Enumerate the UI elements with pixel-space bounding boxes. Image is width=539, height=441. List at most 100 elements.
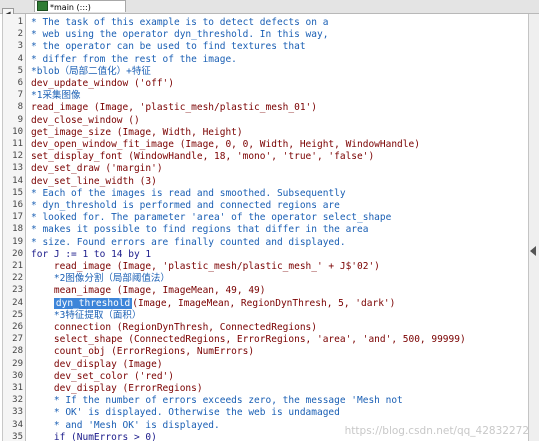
code-text: for J := 1 to 14 by 1	[31, 248, 152, 260]
code-text: mean_image (Image, ImageMean, 49, 49)	[31, 285, 266, 297]
collapse-arrow-icon[interactable]	[530, 246, 536, 256]
line-number: 31	[12, 383, 23, 393]
code-line[interactable]: 10 get_image_size (Image, Width, Height)	[3, 126, 528, 139]
vertical-scrollbar[interactable]	[528, 14, 539, 441]
code-line[interactable]: 13 dev_set_draw ('margin')	[3, 162, 528, 175]
code-line[interactable]: 24 dyn_threshold (Image, ImageMean, Regio…	[3, 297, 528, 310]
code-line[interactable]: 6 dev_update_window ('off')	[3, 77, 528, 90]
line-number: 10	[12, 126, 23, 137]
code-line[interactable]: 17 * looked for. The parameter 'area' of …	[3, 211, 528, 224]
code-line[interactable]: 8 read_image (Image, 'plastic_mesh/plasti…	[3, 101, 528, 114]
code-text: dyn_threshold (Image, ImageMean, RegionDy…	[31, 297, 395, 310]
code-line[interactable]: 32 * If the number of errors exceeds zer…	[3, 394, 528, 407]
code-text: * differ from the rest of the image.	[31, 53, 237, 65]
code-line[interactable]: 28 count_obj (ErrorRegions, NumErrors)	[3, 345, 528, 358]
code-line[interactable]: 25 *3特征提取（面积）	[3, 309, 528, 322]
code-text: * dyn_threshold is performed and connect…	[31, 200, 340, 211]
code-text: *3特征提取（面积）	[31, 309, 142, 321]
code-text: count_obj (ErrorRegions, NumErrors)	[31, 346, 255, 358]
selected-operator[interactable]: dyn_threshold	[53, 297, 133, 309]
tab-main[interactable]: *main (:::)	[34, 0, 126, 12]
code-line[interactable]: 4 * differ from the rest of the image.	[3, 53, 528, 66]
code-text: dev_set_draw ('margin')	[31, 163, 163, 175]
code-line[interactable]: 29 dev_display (Image)	[3, 358, 528, 371]
line-number: 19	[12, 236, 23, 247]
line-number: 1	[17, 17, 23, 27]
code-text: dev_display (Image)	[31, 358, 163, 370]
code-line[interactable]: 16 * dyn_threshold is performed and conne…	[3, 199, 528, 212]
code-line[interactable]: 21 read_image (Image, 'plastic_mesh/plas…	[3, 260, 528, 273]
code-text: dev_set_line_width (3)	[31, 175, 157, 187]
code-text: dev_close_window ()	[31, 114, 140, 126]
code-text: read_image (Image, 'plastic_mesh/plastic…	[31, 261, 380, 272]
line-number: 35	[12, 431, 23, 441]
line-number: 24	[12, 297, 23, 308]
code-line[interactable]: 11 dev_open_window_fit_image (Image, 0, 0…	[3, 138, 528, 151]
code-line[interactable]: 31 dev_display (ErrorRegions)	[3, 382, 528, 395]
procedure-icon	[37, 1, 48, 11]
code-text: * and 'Mesh OK' is displayed.	[31, 419, 220, 431]
code-line[interactable]: 5 *blob（局部二值化）+特征	[3, 65, 528, 78]
code-text: * the operator can be used to find textu…	[31, 41, 306, 53]
code-text: * size. Found errors are finally counted…	[31, 236, 346, 248]
code-line[interactable]: 30 dev_set_color ('red')	[3, 370, 528, 383]
line-number: 11	[12, 139, 23, 149]
code-line[interactable]: 15 * Each of the images is read and smoot…	[3, 187, 528, 200]
code-line[interactable]: 33 * OK' is displayed. Otherwise the web…	[3, 406, 528, 419]
code-text: read_image (Image, 'plastic_mesh/plastic…	[31, 102, 317, 114]
code-line[interactable]: 3 * the operator can be used to find text…	[3, 40, 528, 53]
line-number: 25	[12, 309, 23, 320]
line-number: 2	[17, 29, 23, 40]
line-number: 20	[12, 248, 23, 259]
code-line[interactable]: 18 * makes it possible to find regions th…	[3, 223, 528, 236]
line-number: 30	[12, 370, 23, 381]
code-args: (Image, ImageMean, RegionDynThresh, 5, '…	[132, 297, 396, 309]
code-text: *1采集图像	[31, 90, 81, 102]
code-line[interactable]: 19 * size. Found errors are finally count…	[3, 236, 528, 249]
line-number: 29	[12, 358, 23, 369]
code-line[interactable]: 9 dev_close_window ()	[3, 114, 528, 127]
code-text: *2图像分割（局部阈值法）	[31, 273, 170, 285]
line-number: 33	[12, 407, 23, 418]
code-text: get_image_size (Image, Width, Height)	[31, 126, 243, 138]
line-number: 23	[12, 285, 23, 296]
watermark-text: https://blog.csdn.net/qq_42832272	[344, 425, 529, 437]
code-text: * OK' is displayed. Otherwise the web is…	[31, 407, 340, 419]
line-number: 13	[12, 163, 23, 174]
line-number: 15	[12, 187, 23, 198]
code-text: dev_update_window ('off')	[31, 78, 174, 89]
code-text: connection (RegionDynThresh, ConnectedRe…	[31, 322, 317, 333]
code-line[interactable]: 2 * web using the operator dyn_threshold.…	[3, 28, 528, 41]
line-number: 22	[12, 273, 23, 284]
line-number: 5	[17, 65, 23, 76]
code-text: dev_display (ErrorRegions)	[31, 383, 203, 394]
code-line[interactable]: 14 dev_set_line_width (3)	[3, 175, 528, 188]
code-text: * looked for. The parameter 'area' of th…	[31, 212, 392, 224]
code-line[interactable]: 1 * The task of this example is to detect…	[3, 16, 528, 29]
line-number: 8	[17, 102, 23, 113]
line-number: 12	[12, 151, 23, 162]
line-number: 28	[12, 346, 23, 357]
code-line[interactable]: 27 select_shape (ConnectedRegions, Error…	[3, 333, 528, 346]
code-editor[interactable]: 1 * The task of this example is to detect…	[2, 14, 528, 441]
line-number: 14	[12, 175, 23, 186]
code-text: * makes it possible to find regions that…	[31, 224, 369, 236]
code-line[interactable]: 20 for J := 1 to 14 by 1	[3, 248, 528, 261]
line-number: 3	[17, 41, 23, 52]
code-line[interactable]: 22 *2图像分割（局部阈值法）	[3, 272, 528, 285]
tab-scroll-controls: ◀▶	[2, 1, 28, 39]
code-text: dev_set_color ('red')	[31, 370, 174, 382]
code-text: dev_open_window_fit_image (Image, 0, 0, …	[31, 139, 420, 150]
code-line[interactable]: 26 connection (RegionDynThresh, Connecte…	[3, 321, 528, 334]
line-number: 21	[12, 261, 23, 271]
code-line[interactable]: 23 mean_image (Image, ImageMean, 49, 49)	[3, 284, 528, 297]
line-number: 6	[17, 78, 23, 88]
code-text: select_shape (ConnectedRegions, ErrorReg…	[31, 334, 466, 346]
code-text: *blob（局部二值化）+特征	[31, 65, 151, 77]
line-number: 9	[17, 114, 23, 125]
code-line[interactable]: 12 set_display_font (WindowHandle, 18, 'm…	[3, 150, 528, 163]
line-number: 4	[17, 53, 23, 64]
code-text: * web using the operator dyn_threshold. …	[31, 29, 329, 41]
code-line[interactable]: 7 *1采集图像	[3, 89, 528, 102]
